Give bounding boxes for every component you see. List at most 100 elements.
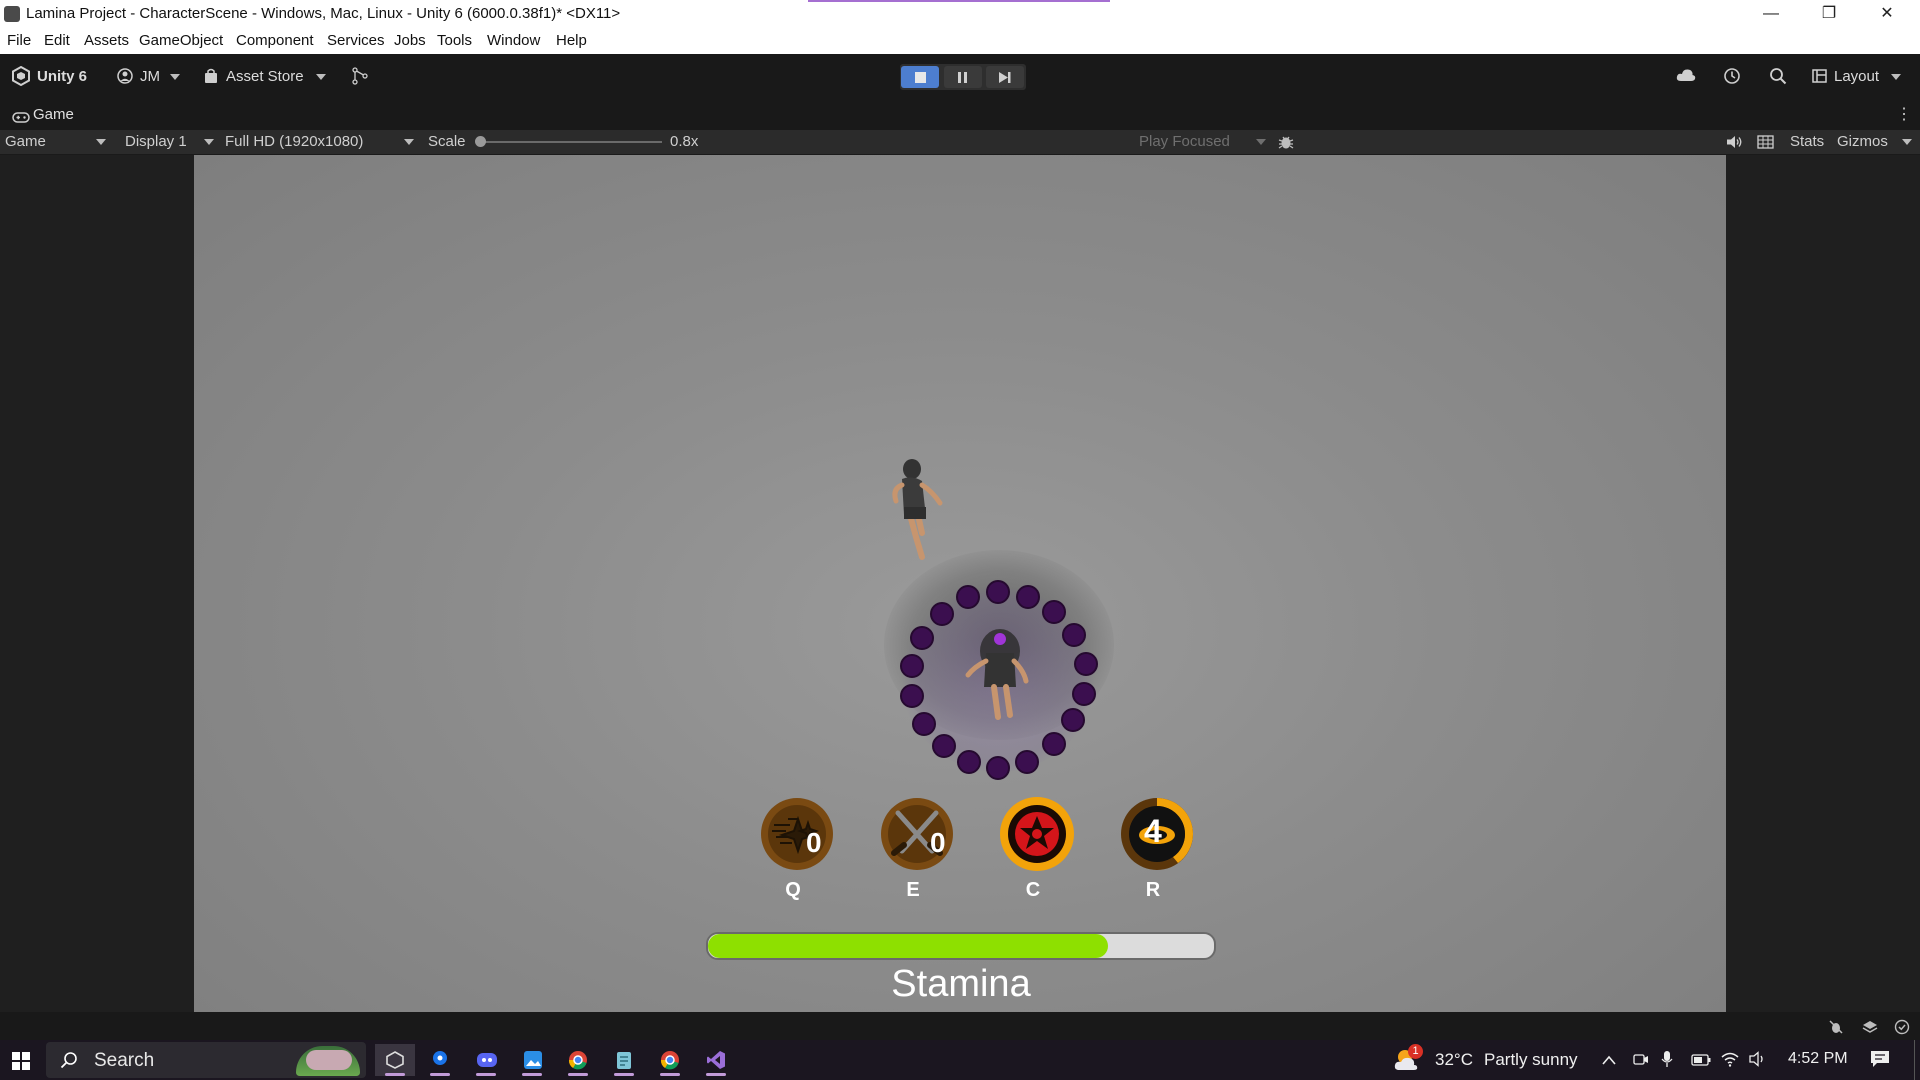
taskbar-app-maps[interactable] [420,1044,460,1076]
chevron-down-icon [1902,139,1912,145]
shuriken-icon [761,798,833,870]
chevron-down-icon [1256,139,1266,145]
unity-cube-icon [12,65,30,91]
asset-store-button[interactable]: Asset Store [226,68,304,85]
play-button[interactable] [901,66,939,88]
weather-description[interactable]: Partly sunny [1484,1050,1578,1070]
taskbar-app-visual-studio[interactable] [696,1044,736,1076]
resolution-dropdown[interactable]: Full HD (1920x1080) [225,133,363,150]
chevron-down-icon [1891,74,1901,80]
scale-slider-handle[interactable] [475,136,486,147]
clock-time[interactable]: 4:52 PM [1788,1050,1848,1068]
taskbar-app-unity[interactable] [375,1044,415,1076]
title-bar: Lamina Project - CharacterScene - Window… [0,0,1920,28]
visual-studio-icon [707,1051,725,1069]
map-pin-icon [433,1051,447,1065]
taskbar-search-box[interactable]: Search [46,1042,366,1078]
unity-version-label[interactable]: Unity 6 [37,68,87,85]
menu-edit[interactable]: Edit [44,32,70,49]
chevron-up-icon[interactable] [1602,1052,1616,1070]
pause-button[interactable] [944,66,982,88]
minimize-button[interactable]: — [1742,0,1800,28]
gamepad-icon [12,110,30,128]
layout-icon [1812,69,1827,88]
unity-icon [386,1051,404,1069]
menu-services[interactable]: Services [327,32,385,49]
menu-tools[interactable]: Tools [437,32,472,49]
scale-slider-track[interactable] [476,141,662,143]
gizmos-button[interactable]: Gizmos [1837,133,1888,150]
menu-bar: File Edit Assets GameObject Component Se… [0,28,1920,55]
bug-icon[interactable] [1278,134,1294,155]
taskbar-app-chrome[interactable] [558,1044,598,1076]
layers-icon[interactable] [1862,1019,1878,1040]
tab-game[interactable]: Game [33,106,74,123]
windows-taskbar: Search 1 32°C Partly sunny 4:52 PM [0,1040,1920,1080]
history-icon[interactable] [1723,67,1741,90]
menu-file[interactable]: File [7,32,31,49]
skill-q-ring [758,795,836,873]
more-options-icon[interactable]: ⋮ [1896,104,1912,124]
title-accent-line [808,0,1110,2]
audio-mute-icon[interactable] [1726,135,1742,154]
unity-logo-icon [4,6,20,22]
layout-dropdown[interactable]: Layout [1834,68,1879,85]
pause-icon [958,72,961,83]
aspect-grid-icon[interactable] [1757,135,1774,154]
chevron-down-icon [316,74,326,80]
camera-icon[interactable] [1633,1051,1649,1072]
stamina-fill [708,934,1108,958]
game-mode-dropdown[interactable]: Game [5,133,46,150]
battery-icon[interactable] [1691,1053,1711,1071]
menu-help[interactable]: Help [556,32,587,49]
play-focused-dropdown[interactable]: Play Focused [1139,133,1230,150]
skill-r-count: 4 [1144,813,1162,849]
volume-icon[interactable] [1749,1051,1767,1072]
show-desktop-divider[interactable] [1914,1040,1915,1080]
search-placeholder: Search [94,1050,155,1071]
notepad-icon [617,1052,631,1069]
skill-c-ring [998,795,1076,873]
taskbar-app-notepad[interactable] [604,1044,644,1076]
step-button[interactable] [986,66,1024,88]
menu-gameobject[interactable]: GameObject [139,32,223,49]
skill-e-key: E [906,879,920,901]
menu-jobs[interactable]: Jobs [394,32,426,49]
taskbar-app-discord[interactable] [466,1044,506,1076]
close-button[interactable]: ✕ [1858,0,1916,28]
search-icon[interactable] [1769,67,1787,90]
menu-window[interactable]: Window [487,32,540,49]
skill-q-key: Q [785,879,801,901]
chevron-down-icon [170,74,180,80]
search-highlight-image [296,1046,360,1076]
notification-icon[interactable] [1870,1050,1890,1073]
skill-q-count: 0 [806,827,822,858]
account-button[interactable]: JM [140,68,160,85]
taskbar-app-photos[interactable] [512,1044,552,1076]
restore-button[interactable]: ❐ [1800,0,1858,28]
menu-assets[interactable]: Assets [84,32,129,49]
search-icon [60,1051,78,1074]
check-circle-icon[interactable] [1894,1019,1910,1040]
player-character [892,459,943,560]
taskbar-app-chrome-2[interactable] [650,1044,690,1076]
cloud-icon[interactable] [1676,68,1696,87]
version-control-icon[interactable] [352,67,368,90]
stamina-bar [706,932,1216,960]
chevron-down-icon [96,139,106,145]
debug-off-icon[interactable] [1828,1019,1844,1040]
main-toolbar: Unity 6 JM Asset Store Layout [0,54,1920,100]
skill-c-key: C [1025,879,1041,901]
wifi-icon[interactable] [1721,1051,1739,1072]
menu-component[interactable]: Component [236,32,314,49]
weather-temp[interactable]: 32°C [1435,1050,1473,1070]
weather-alert-badge: 1 [1408,1044,1423,1059]
editor-status-bar [0,1012,1920,1040]
stats-button[interactable]: Stats [1790,133,1824,150]
stop-square-icon [915,72,926,83]
windows-start-icon[interactable] [12,1052,30,1075]
game-viewport[interactable]: 0 Q 0 E C 4 R Stamina [194,155,1726,1012]
photos-icon [524,1051,542,1069]
microphone-icon[interactable] [1661,1050,1673,1073]
display-dropdown[interactable]: Display 1 [125,133,187,150]
